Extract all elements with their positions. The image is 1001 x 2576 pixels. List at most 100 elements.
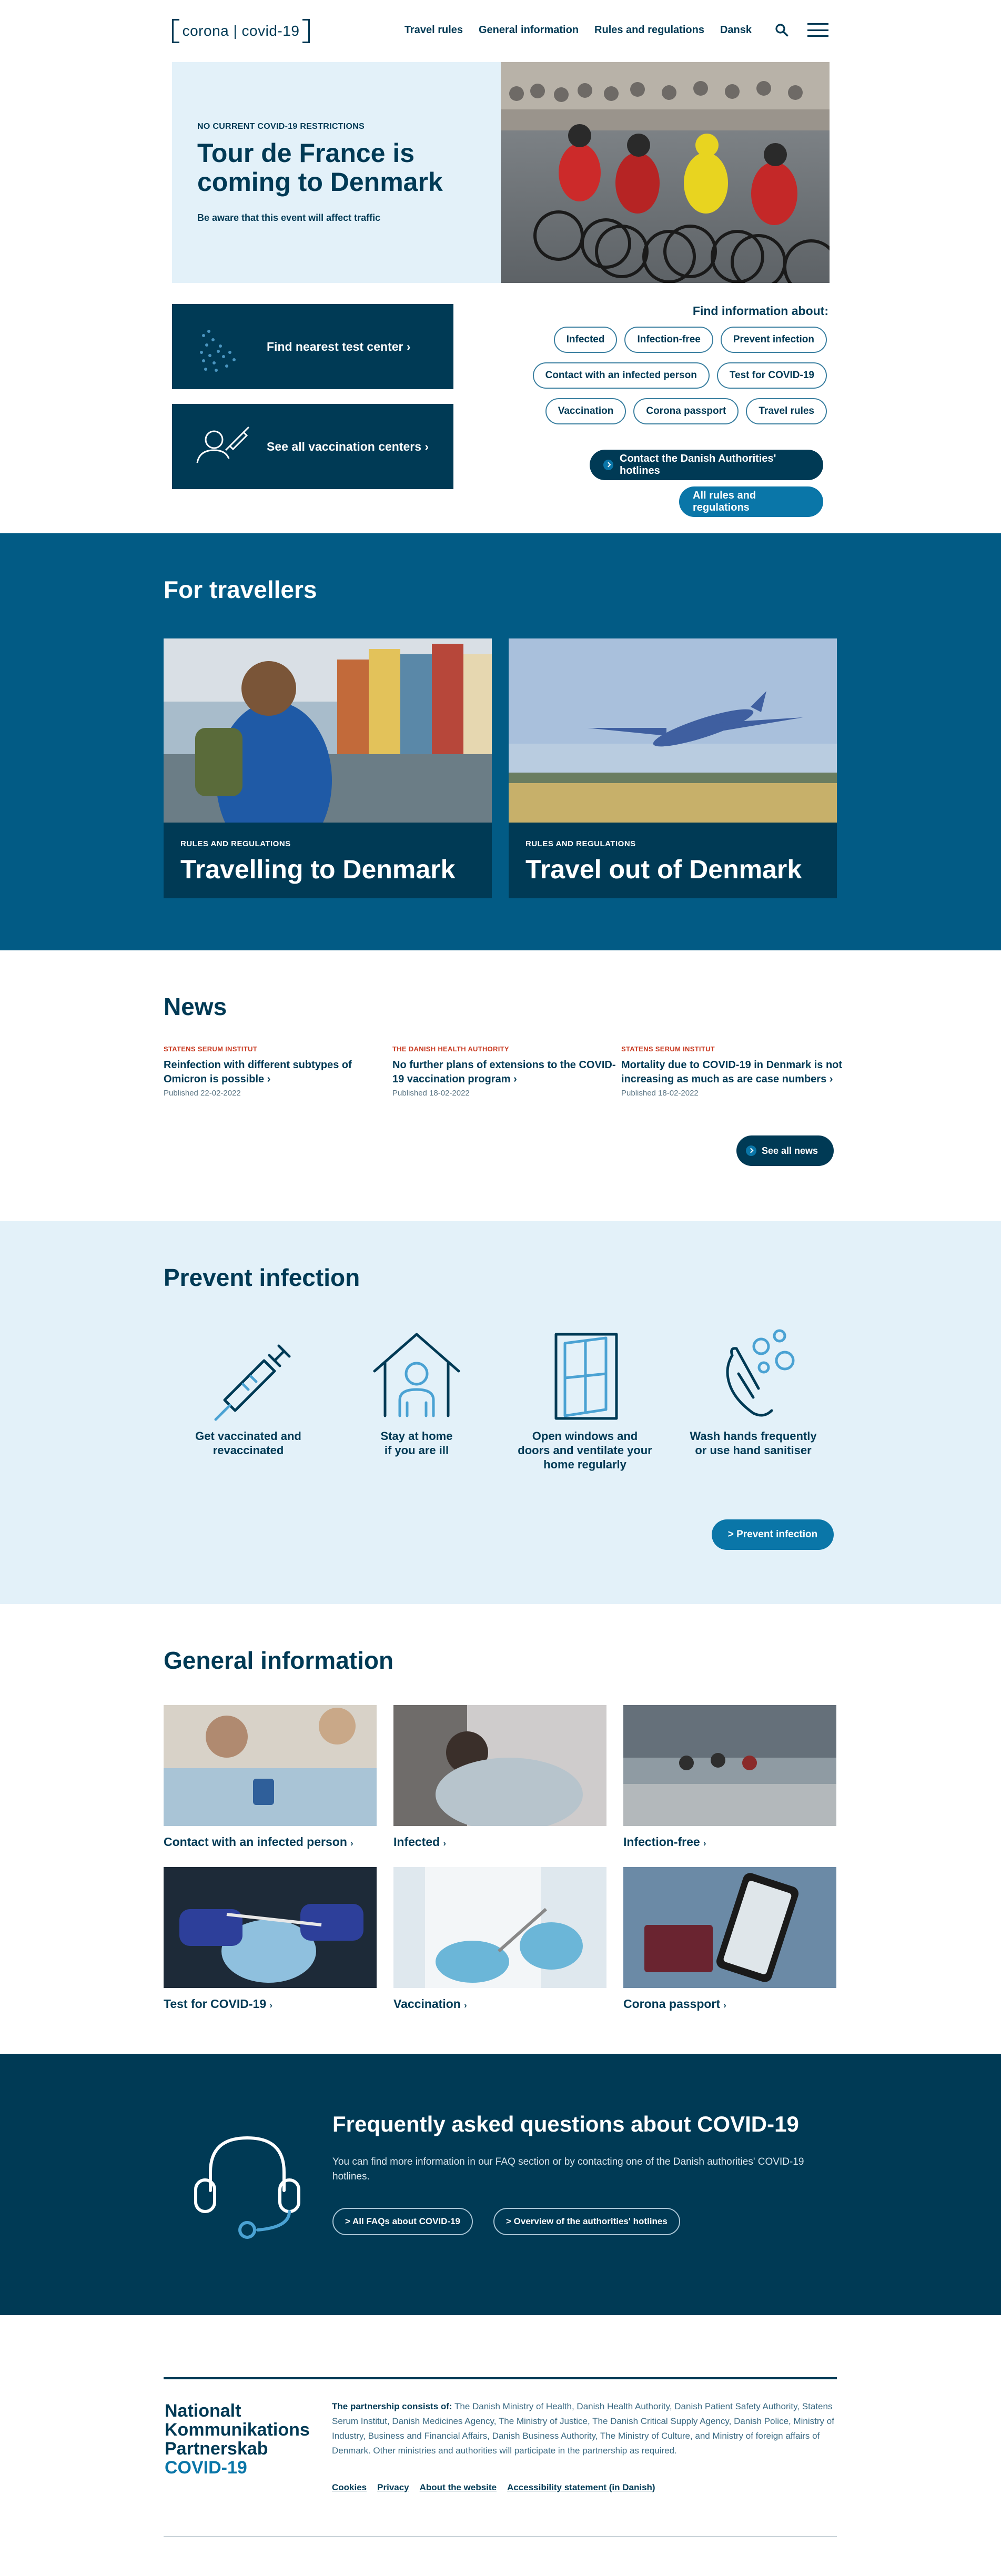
general-card-label: Contact with an infected person › — [164, 1835, 353, 1849]
chip-corona-passport[interactable]: Corona passport — [633, 398, 739, 424]
logo-bracket-left — [172, 19, 179, 43]
see-all-news-label: See all news — [762, 1145, 818, 1156]
site-footer: Nationalt Kommunikations Partnerskab COV… — [0, 2315, 1001, 2576]
find-test-center-label: Find nearest test center › — [267, 339, 411, 353]
prevent-item-vaccinate: Get vaccinated and revaccinated — [169, 1326, 327, 1457]
chip-test-covid[interactable]: Test for COVID-19 — [716, 362, 827, 389]
arrow-circle-icon — [603, 460, 614, 470]
card-kicker: RULES AND REGULATIONS — [180, 839, 291, 848]
general-card-infected[interactable]: Infected › — [393, 1705, 606, 1849]
news-source: STATENS SERUM INSTITUT — [621, 1045, 715, 1053]
general-card-infection-free[interactable]: Infection-free › — [623, 1705, 836, 1849]
footer-bottom-divider — [164, 2536, 837, 2537]
news-source: THE DANISH HEALTH AUTHORITY — [392, 1045, 509, 1053]
prevent-label: Stay at home if you are ill — [380, 1429, 453, 1457]
all-faqs-button[interactable]: > All FAQs about COVID-19 — [332, 2208, 473, 2235]
cyclists-photo — [501, 62, 830, 283]
faq-text: You can find more information in our FAQ… — [332, 2156, 804, 2182]
travel-out-of-denmark-card[interactable]: RULES AND REGULATIONS Travel out of Denm… — [509, 638, 837, 898]
footer-link-about[interactable]: About the website — [420, 2482, 497, 2493]
chip-infection-free[interactable]: Infection-free — [624, 327, 713, 353]
general-card-test[interactable]: Test for COVID-19 › — [164, 1867, 377, 2011]
house-person-icon — [373, 1333, 460, 1417]
news-title-link[interactable]: No further plans of extensions to the CO… — [392, 1058, 619, 1087]
news-title-link[interactable]: Reinfection with different subtypes of O… — [164, 1058, 390, 1087]
chip-travel-rules[interactable]: Travel rules — [746, 398, 827, 424]
nav-rules-and-regulations[interactable]: Rules and regulations — [594, 24, 704, 36]
denmark-map-icon — [200, 330, 236, 372]
contact-photo — [164, 1705, 377, 1826]
footer-links: Cookies Privacy About the website Access… — [332, 2482, 655, 2493]
travellers-title: For travellers — [164, 576, 317, 603]
find-information: Find information about: Infected Infecti… — [492, 304, 828, 434]
footer-link-accessibility[interactable]: Accessibility statement (in Danish) — [507, 2482, 655, 2493]
general-card-label: Corona passport › — [623, 1997, 726, 2011]
nyhavn-photo — [164, 638, 492, 823]
chip-row: Vaccination Corona passport Travel rules — [492, 398, 828, 424]
footer-divider — [164, 2377, 837, 2379]
news-title-link[interactable]: Mortality due to COVID-19 in Denmark is … — [621, 1058, 847, 1087]
hero-text: NO CURRENT COVID-19 RESTRICTIONS Tour de… — [197, 122, 492, 224]
news-date: Published 22-02-2022 — [164, 1089, 241, 1098]
general-card-label: Infected › — [393, 1835, 446, 1849]
hotlines-button-label: Contact the Danish Authorities' hotlines — [620, 453, 776, 476]
hamburger-menu-icon[interactable] — [807, 23, 828, 37]
prevent-title: Prevent infection — [164, 1264, 360, 1291]
news-item[interactable]: STATENS SERUM INSTITUT Reinfection with … — [164, 1045, 390, 1098]
chip-infected[interactable]: Infected — [553, 327, 618, 353]
general-card-label: Vaccination › — [393, 1997, 467, 2011]
prevent-infection-section: Prevent infection Get vaccinated and reva… — [0, 1221, 1001, 1604]
news-source: STATENS SERUM INSTITUT — [164, 1045, 258, 1053]
footer-link-cookies[interactable]: Cookies — [332, 2482, 367, 2493]
travelling-to-denmark-card[interactable]: RULES AND REGULATIONS Travelling to Denm… — [164, 638, 492, 898]
cyclists-street-photo — [623, 1705, 836, 1826]
hotlines-button[interactable]: Contact the Danish Authorities' hotlines — [590, 450, 823, 480]
faq-title: Frequently asked questions about COVID-1… — [332, 2112, 799, 2136]
general-information-section: General information Contact with an infe… — [0, 1604, 1001, 2054]
nav-travel-rules[interactable]: Travel rules — [405, 24, 463, 36]
arrow-circle-icon — [746, 1145, 756, 1156]
news-date: Published 18-02-2022 — [392, 1089, 470, 1098]
chip-row: Contact with an infected person Test for… — [492, 362, 828, 389]
hero-subtitle: Be aware that this event will affect tra… — [197, 212, 381, 223]
hero-kicker: NO CURRENT COVID-19 RESTRICTIONS — [197, 122, 365, 131]
hero-banner[interactable]: NO CURRENT COVID-19 RESTRICTIONS Tour de… — [172, 62, 830, 283]
find-test-center-card[interactable]: Find nearest test center › — [172, 304, 453, 389]
news-section: News STATENS SERUM INSTITUT Reinfection … — [0, 950, 1001, 1221]
news-date: Published 18-02-2022 — [621, 1089, 699, 1098]
prevent-infection-button[interactable]: > Prevent infection — [712, 1519, 834, 1550]
site-logo[interactable]: corona | covid-19 — [172, 19, 310, 43]
news-item[interactable]: STATENS SERUM INSTITUT Mortality due to … — [621, 1045, 847, 1098]
prevent-item-wash-hands: Wash hands frequently or use hand sanitis… — [674, 1326, 832, 1457]
general-card-vaccination[interactable]: Vaccination › — [393, 1867, 606, 2011]
headset-icon — [194, 2136, 300, 2239]
partnership-text: The partnership consists of: The Danish … — [332, 2401, 834, 2456]
nav-general-information[interactable]: General information — [479, 24, 579, 36]
chip-prevent-infection[interactable]: Prevent infection — [720, 327, 827, 353]
faq-section: Frequently asked questions about COVID-1… — [0, 2054, 1001, 2315]
general-card-contact[interactable]: Contact with an infected person › — [164, 1705, 377, 1849]
card-title: Travelling to Denmark — [180, 855, 456, 884]
hand-bubbles-icon — [726, 1329, 795, 1417]
prevent-item-stay-home: Stay at home if you are ill — [338, 1326, 496, 1457]
chip-contact-infected[interactable]: Contact with an infected person — [532, 362, 710, 389]
see-all-news-button[interactable]: See all news — [736, 1135, 834, 1166]
vaccine-photo — [393, 1867, 606, 1988]
find-information-heading: Find information about: — [692, 304, 828, 318]
all-rules-button[interactable]: All rules and regulations — [679, 486, 823, 517]
news-item[interactable]: THE DANISH HEALTH AUTHORITY No further p… — [392, 1045, 619, 1098]
prevent-label: Wash hands frequently or use hand sanitis… — [690, 1429, 817, 1457]
footer-link-privacy[interactable]: Privacy — [377, 2482, 409, 2493]
hero-title: Tour de France is coming to Denmark — [197, 138, 443, 197]
hotlines-overview-button[interactable]: > Overview of the authorities' hotlines — [493, 2208, 680, 2235]
prevent-label: Open windows and doors and ventilate your… — [518, 1429, 652, 1471]
vaccination-centers-card[interactable]: See all vaccination centers › — [172, 404, 453, 489]
general-title: General information — [164, 1647, 394, 1674]
partnership-logo[interactable]: Nationalt Kommunikations Partnerskab COV… — [165, 2401, 310, 2477]
general-card-passport[interactable]: Corona passport › — [623, 1867, 836, 2011]
corona-passport-photo — [623, 1867, 836, 1988]
search-icon[interactable] — [775, 23, 788, 37]
news-title: News — [164, 993, 227, 1020]
chip-vaccination[interactable]: Vaccination — [545, 398, 626, 424]
nav-language-dansk[interactable]: Dansk — [720, 24, 752, 36]
